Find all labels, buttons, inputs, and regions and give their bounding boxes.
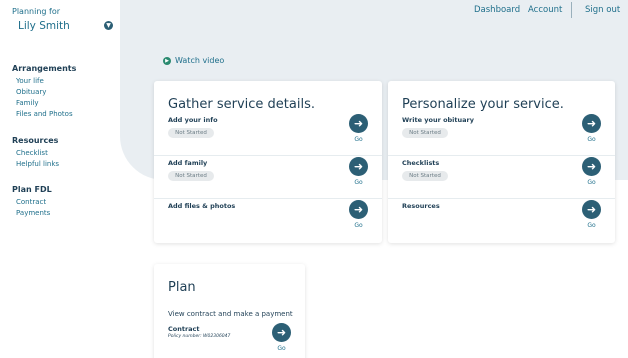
watch-video-label: Watch video [175,56,225,65]
nav-item-family[interactable]: Family [16,99,39,107]
arrow-right-icon[interactable]: ➜ [272,323,291,342]
status-badge: Not Started [168,171,214,181]
arrow-right-icon[interactable]: ➜ [582,114,601,133]
watch-video-link[interactable]: ▶ Watch video [163,56,224,65]
personalize-row-obituary: Write your obituary Not Started ➜ Go [388,113,615,156]
nav-section-arrangements: Arrangements [12,64,77,73]
nav-divider [571,2,572,18]
go-label[interactable]: Go [349,222,368,229]
nav-account-link[interactable]: Account [528,5,562,15]
nav-item-checklist[interactable]: Checklist [16,149,48,157]
policy-number: Policy number: W02306047 [168,334,231,339]
go-label[interactable]: Go [582,222,601,229]
row-label: Write your obituary [402,116,474,124]
row-label: Resources [402,202,440,210]
nav-item-obituary[interactable]: Obituary [16,88,46,96]
chevron-down-icon[interactable]: ▼ [104,21,113,30]
sign-out-link[interactable]: Sign out [585,5,620,15]
arrow-right-icon[interactable]: ➜ [582,157,601,176]
gather-row-your-info: Add your info Not Started ➜ Go [154,113,382,156]
row-label: Add your info [168,116,218,124]
go-label[interactable]: Go [582,136,601,143]
personalize-row-checklists: Checklists Not Started ➜ Go [388,156,615,199]
nav-section-plan-fdl: Plan FDL [12,185,52,194]
nav-item-files-and-photos[interactable]: Files and Photos [16,110,73,118]
plan-row-contract: Contract Policy number: W02306047 ➜ Go [154,322,305,358]
personalize-card-title: Personalize your service. [402,97,564,112]
plan-subtitle: View contract and make a payment [168,310,293,318]
status-badge: Not Started [402,171,448,181]
nav-item-payments[interactable]: Payments [16,209,50,217]
nav-item-your-life[interactable]: Your life [16,77,44,85]
row-label: Add family [168,159,208,167]
arrow-right-icon[interactable]: ➜ [582,200,601,219]
arrow-right-icon[interactable]: ➜ [349,157,368,176]
gather-card-title: Gather service details. [168,97,315,112]
arrow-right-icon[interactable]: ➜ [349,114,368,133]
gather-row-files-photos: Add files & photos ➜ Go [154,199,382,242]
play-icon: ▶ [163,56,171,65]
planning-for-label: Planning for [12,7,61,16]
go-label[interactable]: Go [272,345,291,352]
nav-section-resources: Resources [12,136,59,145]
sidebar: Planning for Lily Smith ▼ Arrangements Y… [0,0,120,358]
personalize-card: Personalize your service. Write your obi… [388,81,615,243]
nav-item-helpful-links[interactable]: Helpful links [16,160,59,168]
row-label: Contract [168,325,200,333]
row-label: Add files & photos [168,202,236,210]
person-name[interactable]: Lily Smith [18,20,70,32]
plan-card: Plan View contract and make a payment Co… [154,264,305,358]
gather-card: Gather service details. Add your info No… [154,81,382,243]
go-label[interactable]: Go [582,179,601,186]
status-badge: Not Started [402,128,448,138]
plan-card-title: Plan [168,280,196,295]
row-label: Checklists [402,159,440,167]
arrow-right-icon[interactable]: ➜ [349,200,368,219]
status-badge: Not Started [168,128,214,138]
gather-row-family: Add family Not Started ➜ Go [154,156,382,199]
go-label[interactable]: Go [349,136,368,143]
go-label[interactable]: Go [349,179,368,186]
personalize-row-resources: Resources ➜ Go [388,199,615,242]
nav-item-contract[interactable]: Contract [16,198,46,206]
nav-dashboard-link[interactable]: Dashboard [474,5,520,15]
